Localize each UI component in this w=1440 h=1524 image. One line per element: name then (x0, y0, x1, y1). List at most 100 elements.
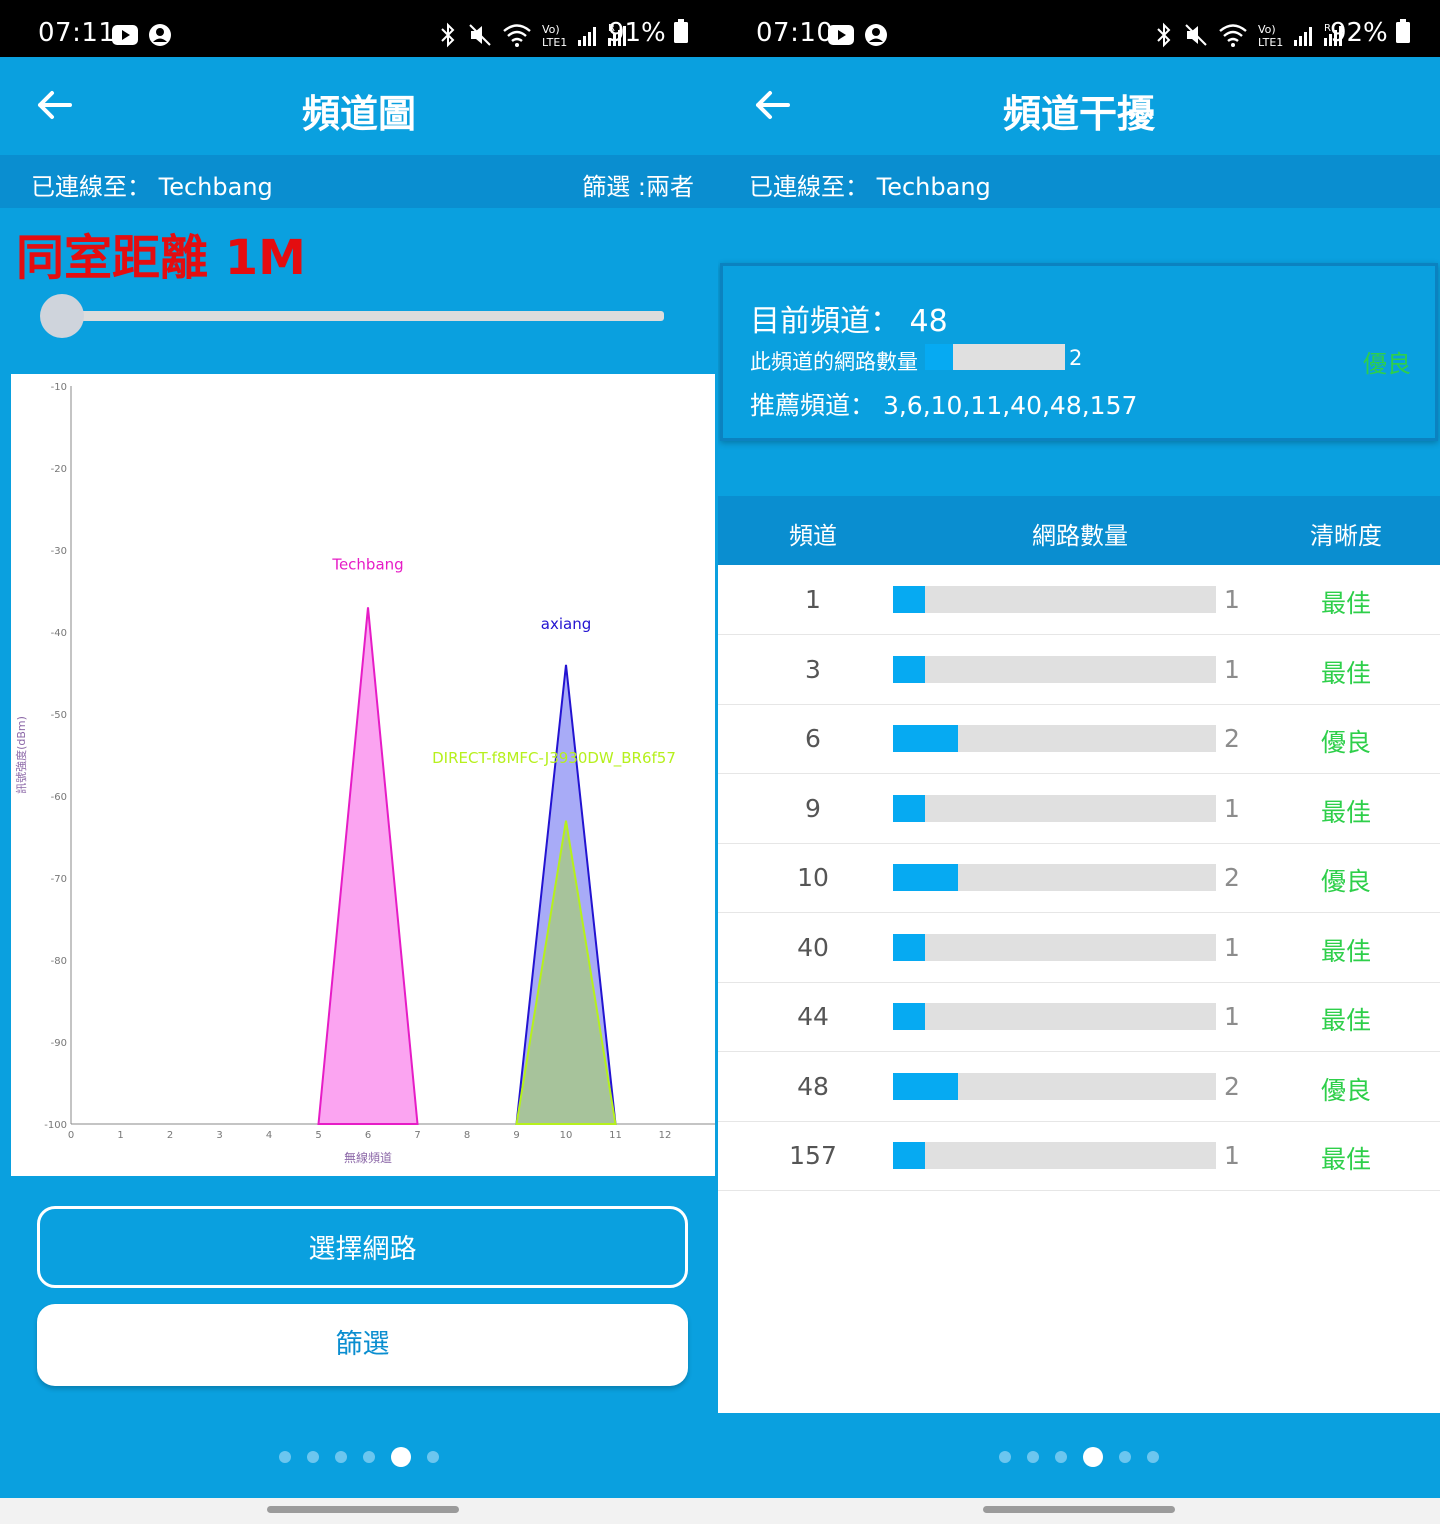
select-network-button[interactable]: 選擇網路 (37, 1206, 688, 1288)
zoom-slider-track[interactable] (62, 311, 664, 321)
table-row: 40 1 最佳 (718, 913, 1440, 983)
page-dot[interactable] (1083, 1447, 1103, 1467)
x-tick-label: 11 (609, 1130, 622, 1141)
page-dot[interactable] (335, 1451, 347, 1463)
table-row: 48 2 優良 (718, 1052, 1440, 1122)
page-dot[interactable] (363, 1451, 375, 1463)
row-count: 1 (1224, 1002, 1240, 1031)
y-tick-label: -20 (51, 464, 67, 475)
row-channel: 1 (805, 585, 821, 614)
svg-text:Vo): Vo) (542, 23, 560, 36)
filter-button[interactable]: 篩選 (37, 1304, 688, 1386)
connection-bar: 已連線至： Techbang 篩選 :兩者 (0, 155, 718, 208)
page-dot[interactable] (391, 1447, 411, 1467)
page-dot[interactable] (1147, 1451, 1159, 1463)
row-count-bar (893, 1142, 1216, 1169)
page-indicator (0, 1447, 718, 1467)
row-count-bar-fill (893, 933, 926, 961)
row-count-bar-fill (893, 1072, 958, 1100)
table-row: 6 2 優良 (718, 704, 1440, 774)
recommended-channels: 推薦頻道： 3,6,10,11,40,48,157 (750, 391, 1138, 420)
table-row: 9 1 最佳 (718, 774, 1440, 844)
x-tick-label: 12 (659, 1130, 672, 1141)
battery-icon (674, 19, 688, 43)
current-channel: 目前頻道： 48 (750, 304, 948, 339)
status-time: 07:11 (38, 18, 116, 48)
row-clarity-status: 最佳 (1320, 1006, 1371, 1035)
page-dot[interactable] (427, 1451, 439, 1463)
table-row: 3 1 最佳 (718, 635, 1440, 705)
channel-chart: -10 -20 -30 -40 -50 -60 -70 -80 -90 -100 0 1 2 3 4 5 6 7 8… (11, 374, 715, 1176)
status-bar: 07:11 Vo) LTE1 R 91% (0, 0, 718, 57)
svg-text:Vo): Vo) (1258, 23, 1276, 36)
x-tick-label: 6 (365, 1130, 371, 1141)
x-tick-label: 8 (464, 1130, 470, 1141)
table-row: 44 1 最佳 (718, 982, 1440, 1052)
x-tick-label: 7 (414, 1130, 420, 1141)
row-clarity-status: 最佳 (1320, 658, 1371, 688)
app-bar: 頻道圖 (0, 57, 718, 155)
account-icon (149, 24, 171, 46)
row-count: 1 (1224, 654, 1240, 684)
row-count: 2 (1224, 1071, 1240, 1101)
connection-bar: 已連線至： Techbang (718, 155, 1440, 208)
zoom-slider-thumb[interactable] (40, 294, 84, 338)
row-count: 1 (1224, 793, 1240, 823)
page-dot[interactable] (307, 1451, 319, 1463)
svg-text:LTE1: LTE1 (1258, 36, 1283, 48)
row-count-bar (893, 794, 1216, 822)
x-tick-label: 0 (68, 1130, 74, 1141)
row-count-bar-fill (893, 864, 958, 891)
row-clarity-status: 優良 (1320, 1075, 1371, 1105)
row-count-bar-fill (893, 725, 958, 752)
row-count-bar (893, 933, 1216, 961)
page-dot[interactable] (1119, 1451, 1131, 1463)
row-clarity-status: 最佳 (1320, 797, 1371, 827)
row-count: 1 (1224, 585, 1240, 614)
home-handle[interactable] (983, 1506, 1175, 1513)
y-tick-label: -70 (51, 874, 67, 885)
row-channel: 44 (797, 1002, 829, 1031)
page-dot[interactable] (1027, 1451, 1039, 1463)
series-label: Techbang (331, 555, 403, 573)
bluetooth-icon (441, 22, 455, 48)
battery-icon (1396, 19, 1410, 43)
battery-level: 91% (608, 18, 688, 48)
filter-status-label: 篩選 :兩者 (582, 173, 694, 201)
notification-icons (112, 20, 172, 50)
page-dot[interactable] (999, 1451, 1011, 1463)
row-channel: 40 (797, 932, 829, 962)
y-tick-label: -30 (51, 546, 67, 557)
x-tick-label: 9 (513, 1130, 519, 1141)
row-count-bar-fill (893, 586, 926, 613)
navigation-bar (0, 1498, 718, 1524)
x-axis-label: 無線頻道 (344, 1150, 392, 1165)
row-channel: 157 (789, 1141, 837, 1170)
table-header: 頻道 網路數量 清晰度 (718, 496, 1440, 565)
row-count-bar (893, 864, 1216, 891)
row-count-bar (893, 655, 1216, 683)
x-tick-label: 3 (216, 1130, 222, 1141)
distance-annotation: 同室距離 1M (16, 230, 306, 286)
row-channel: 48 (797, 1071, 829, 1101)
wifi-icon (1219, 24, 1247, 47)
volte-icon: Vo)LTE1 (542, 23, 567, 48)
row-channel: 10 (797, 863, 829, 892)
page-dot[interactable] (1055, 1451, 1067, 1463)
row-count-bar-fill (893, 1142, 926, 1169)
y-tick-label: -50 (51, 710, 67, 721)
page-dot[interactable] (279, 1451, 291, 1463)
current-clarity-status: 優良 (1363, 350, 1411, 378)
youtube-icon (828, 25, 854, 45)
table-row: 10 2 優良 (718, 843, 1440, 913)
status-time: 07:10 (756, 18, 834, 48)
y-tick-label: -100 (44, 1120, 67, 1131)
network-count: 2 (1069, 346, 1083, 370)
app-bar: 頻道干擾 (718, 57, 1440, 155)
x-tick-label: 2 (167, 1130, 173, 1141)
row-channel: 9 (805, 793, 821, 823)
x-tick-label: 5 (315, 1130, 321, 1141)
home-handle[interactable] (267, 1506, 459, 1513)
row-count: 2 (1224, 724, 1240, 753)
network-count-bar-fill (925, 344, 953, 370)
